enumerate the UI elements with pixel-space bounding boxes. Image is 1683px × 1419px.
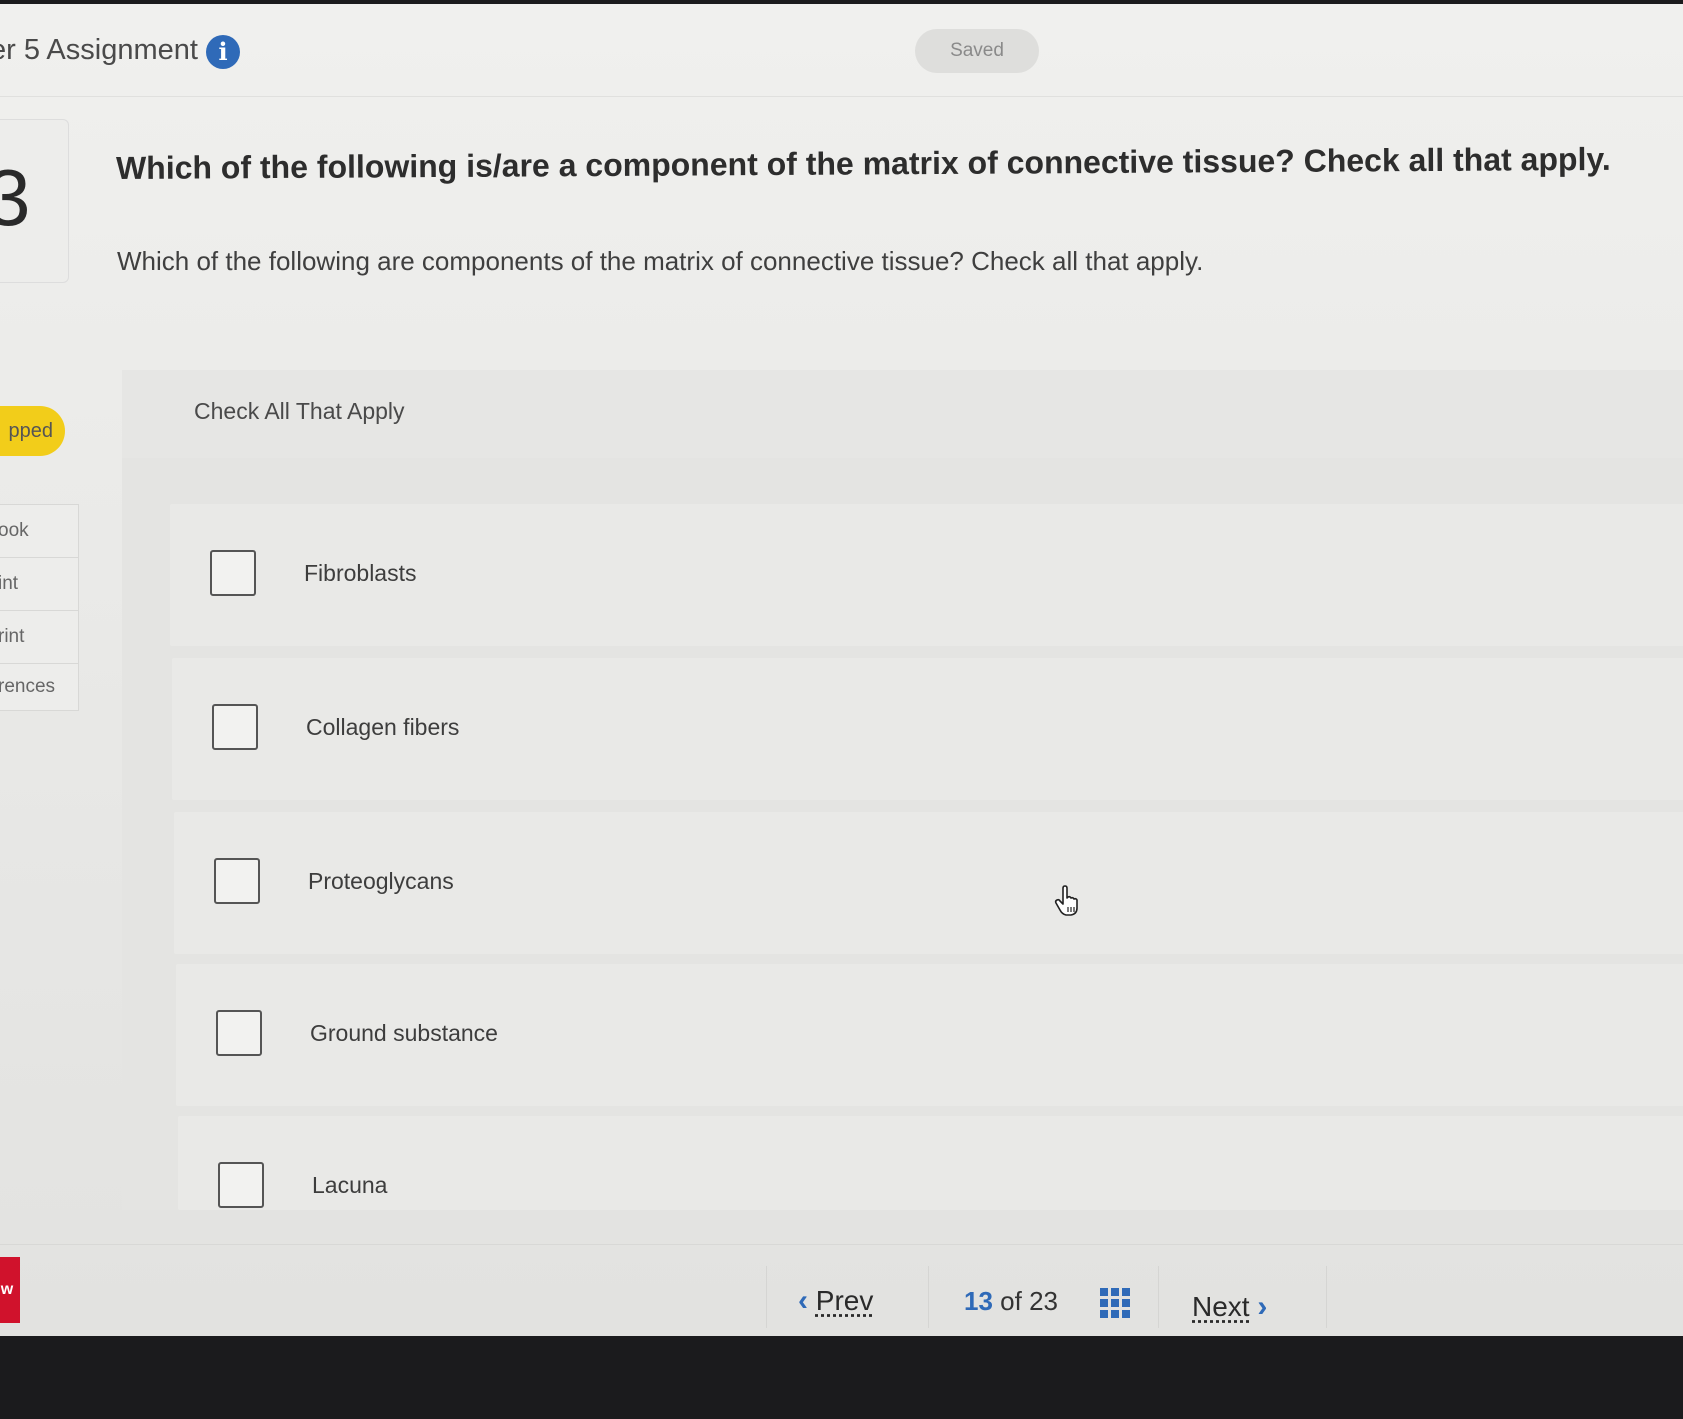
answer-panel-header: Check All That Apply <box>122 370 1683 458</box>
answer-option[interactable]: Ground substance <box>176 964 1683 1106</box>
brand-logo: w <box>0 1257 20 1323</box>
footer-divider <box>1158 1266 1159 1328</box>
current-question-number: 13 <box>964 1286 993 1316</box>
next-button[interactable]: Next › <box>1192 1290 1267 1324</box>
answer-option[interactable]: Proteoglycans <box>174 812 1683 954</box>
answer-panel: Check All That Apply Fibroblasts Collage… <box>122 370 1683 1210</box>
total-questions: 23 <box>1029 1286 1058 1316</box>
option-label: Proteoglycans <box>308 868 454 894</box>
hand-cursor-icon <box>1054 885 1078 916</box>
answer-option[interactable]: Lacuna <box>178 1116 1683 1210</box>
checkbox[interactable] <box>212 704 258 750</box>
next-label: Next <box>1192 1291 1250 1322</box>
checkbox[interactable] <box>214 858 260 904</box>
footer-divider <box>1326 1266 1327 1328</box>
chevron-right-icon: › <box>1257 1290 1268 1323</box>
checkbox[interactable] <box>210 550 256 596</box>
checkbox[interactable] <box>218 1162 264 1208</box>
screen: er 5 Assignment i Saved 3 Which of the f… <box>0 4 1683 1336</box>
side-item-print[interactable]: rint <box>0 611 78 664</box>
answer-option[interactable]: Fibroblasts <box>170 504 1683 646</box>
answer-panel-label: Check All That Apply <box>194 398 405 424</box>
footer-divider <box>766 1266 767 1328</box>
side-item-references[interactable]: rences <box>0 664 78 710</box>
header: er 5 Assignment i Saved <box>0 4 1683 97</box>
assignment-title: er 5 Assignment <box>0 34 198 66</box>
question-text: Which of the following are components of… <box>117 246 1204 276</box>
grid-icon[interactable] <box>1100 1288 1130 1318</box>
option-label: Fibroblasts <box>304 560 417 586</box>
prev-button[interactable]: ‹ Prev <box>798 1284 873 1318</box>
of-label: of <box>1000 1286 1022 1316</box>
option-label: Lacuna <box>312 1172 388 1198</box>
option-label: Collagen fibers <box>306 714 460 740</box>
status-badge: pped <box>0 406 65 456</box>
footer-divider <box>928 1266 929 1328</box>
side-toolbar: ook int rint rences <box>0 504 79 711</box>
option-label: Ground substance <box>310 1020 498 1046</box>
info-icon[interactable]: i <box>206 35 240 69</box>
question-title: Which of the following is/are a componen… <box>115 140 1611 186</box>
answer-option[interactable]: Collagen fibers <box>172 658 1683 800</box>
side-item-ebook[interactable]: ook <box>0 505 78 558</box>
page-indicator: 13 of 23 <box>964 1286 1058 1317</box>
question-number: 3 <box>0 153 31 242</box>
saved-status-badge: Saved <box>915 29 1039 73</box>
checkbox[interactable] <box>216 1010 262 1056</box>
chevron-left-icon: ‹ <box>798 1284 808 1317</box>
side-item-hint[interactable]: int <box>0 558 78 611</box>
prev-label: Prev <box>815 1285 874 1316</box>
